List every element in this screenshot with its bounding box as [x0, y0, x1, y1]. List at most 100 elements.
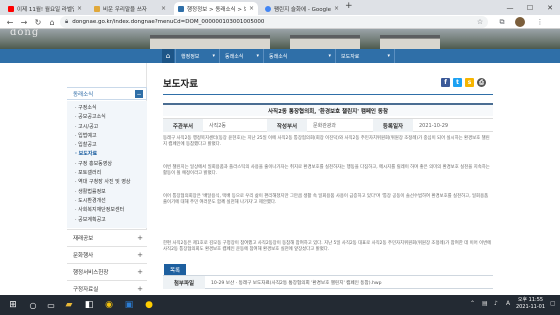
- page-title: 보도자료: [163, 79, 198, 90]
- tab-label: 행정정보 > 동래소식 > 보도자료: [187, 6, 246, 13]
- attachment-file-link[interactable]: 10-29 보산 · 동래구 보도자료(사직2동 통장협의회 '환경보호 챌린지…: [211, 276, 382, 289]
- clock[interactable]: 오후 11:55 2021-11-01: [516, 297, 545, 311]
- breadcrumb: ⌂ 행정정보 ▾ 동래소식 ▾ 동래소식 ▾ 보도자료 ▾: [0, 49, 560, 63]
- ime-indicator[interactable]: A: [506, 300, 510, 307]
- chrome-icon[interactable]: ◉: [102, 298, 116, 312]
- twitter-share-icon[interactable]: t: [453, 78, 462, 87]
- breadcrumb-item-3[interactable]: 동래소식 ▾: [263, 49, 335, 63]
- extensions-icon[interactable]: ⧉: [497, 17, 507, 27]
- header-banner: dong: [0, 29, 560, 49]
- store-icon[interactable]: ◧: [82, 298, 96, 312]
- date-value: 2021-10-29: [419, 122, 449, 129]
- minus-icon[interactable]: −: [135, 90, 143, 98]
- breadcrumb-item-4[interactable]: 보도자료 ▾: [335, 49, 395, 63]
- sidebar-item[interactable]: · 입법예고: [67, 132, 147, 141]
- sidebar-item[interactable]: · 공모공고소식: [67, 113, 147, 122]
- banner-text: dong: [10, 29, 40, 38]
- sidebar-item[interactable]: · 입찰공고: [67, 141, 147, 150]
- plus-icon: +: [137, 268, 143, 276]
- url-text: dongnae.go.kr/index.dongnae?menuCd=DOM_0…: [72, 19, 265, 25]
- sidebar-item[interactable]: · 도시환경개선: [67, 197, 147, 206]
- sidebar-item[interactable]: · 구정 홍보동영상: [67, 160, 147, 169]
- reload-icon[interactable]: ↻: [32, 16, 44, 28]
- browser-menu-icon[interactable]: ⋮: [535, 17, 545, 27]
- maximize-icon[interactable]: ☐: [520, 0, 540, 15]
- tab-bar: 이제 11월! 월요일 라벨입니다! × 비운 우리말을 쓰자 × 행정정보 >…: [0, 0, 560, 15]
- word-icon[interactable]: ▣: [122, 298, 136, 312]
- close-tab-icon[interactable]: ×: [161, 5, 166, 12]
- new-tab-button[interactable]: +: [345, 1, 353, 11]
- breadcrumb-label: 보도자료: [341, 53, 360, 60]
- tray-up-arrow-icon[interactable]: ⌃: [470, 300, 475, 307]
- taskbar: ⊞ ○ ▭ ▰ ◧ ◉ ▣ ● ⌃ ▤ ♪ A 오후 11:55 2021-11…: [0, 295, 560, 315]
- section-label: 재래공보: [73, 236, 94, 242]
- address-toolbar: ← → ↻ ⌂ 🔒︎ dongnae.go.kr/index.dongnae?m…: [0, 15, 560, 29]
- home-icon[interactable]: ⌂: [46, 16, 58, 28]
- breadcrumb-label: 행정정보: [181, 53, 200, 60]
- browser-tab-4[interactable]: 팸린지 슬화에 - Google 검색 ×: [261, 2, 343, 15]
- back-arrow-icon[interactable]: ←: [4, 16, 16, 28]
- main-content: 보도자료 f t s ⎙ 사직2동 통장협의회, '환경보호 챌린지' 캠페인 …: [163, 63, 493, 295]
- sidebar-item[interactable]: · 생활법률정보: [67, 188, 147, 197]
- browser-tab-3-active[interactable]: 행정정보 > 동래소식 > 보도자료 ×: [174, 2, 258, 15]
- task-view-icon[interactable]: ▭: [44, 298, 58, 312]
- youtube-favicon-icon: [8, 5, 14, 12]
- breadcrumb-item-2[interactable]: 동래소식 ▾: [219, 49, 263, 63]
- facebook-share-icon[interactable]: f: [441, 78, 450, 87]
- close-tab-icon[interactable]: ×: [249, 5, 254, 12]
- browser-tab-1[interactable]: 이제 11월! 월요일 라벨입니다! ×: [4, 2, 86, 15]
- article-title: 사직2동 통장협의회, '환경보호 챌린지' 캠페인 동참: [163, 103, 493, 116]
- tab-label: 이제 11월! 월요일 라벨입니다!: [17, 6, 74, 13]
- start-windows-icon[interactable]: ⊞: [6, 298, 20, 312]
- plus-icon: +: [137, 251, 143, 259]
- bookmark-star-icon[interactable]: ☆: [475, 17, 485, 27]
- breadcrumb-home-icon[interactable]: ⌂: [162, 49, 174, 63]
- writer-value: 문화관광과: [313, 123, 337, 129]
- browser-tab-2[interactable]: 비운 우리말을 쓰자 ×: [90, 2, 170, 15]
- sidebar-item-press-release[interactable]: · 보도자료: [67, 150, 147, 159]
- network-icon[interactable]: ▤: [482, 300, 488, 307]
- chevron-down-icon: ▾: [387, 53, 390, 59]
- list-button[interactable]: 목록: [164, 264, 186, 275]
- forward-arrow-icon[interactable]: →: [18, 16, 30, 28]
- section-label: 행정서비스헌장: [73, 270, 109, 276]
- writer-label: 작성부서: [267, 119, 307, 132]
- clock-time: 오후 11:55: [517, 297, 544, 303]
- sidebar-item[interactable]: · 공보계획공고: [67, 216, 147, 225]
- breadcrumb-label: 동래소식: [269, 53, 288, 60]
- tab-label: 팸린지 슬화에 - Google 검색: [274, 6, 331, 13]
- file-explorer-icon[interactable]: ▰: [62, 298, 76, 312]
- close-tab-icon[interactable]: ×: [334, 5, 339, 12]
- search-icon[interactable]: ○: [26, 298, 40, 312]
- attachment-row: 첨부파일 10-29 보산 · 동래구 보도자료(사직2동 통장협의회 '환경보…: [163, 275, 493, 289]
- sidebar-item[interactable]: · 포토갤러리: [67, 169, 147, 178]
- sidebar-item[interactable]: · 사회복지재단정보센터: [67, 206, 147, 215]
- print-icon[interactable]: ⎙: [477, 78, 486, 87]
- lock-icon: 🔒︎: [65, 18, 69, 25]
- attachment-label: 첨부파일: [163, 276, 205, 289]
- dept-value: 사직2동: [209, 123, 226, 129]
- title-divider: [163, 94, 493, 95]
- notification-icon[interactable]: ▢: [550, 300, 556, 307]
- sidebar-section[interactable]: 문화행사 +: [67, 246, 147, 263]
- clock-date: 2021-11-01: [515, 304, 545, 310]
- kakaotalk-icon[interactable]: ●: [142, 298, 156, 312]
- sidebar-item[interactable]: · 역대 구청장 사진 및 영상: [67, 178, 147, 187]
- sidebar-head[interactable]: 동래소식 −: [67, 87, 147, 100]
- kakaostory-share-icon[interactable]: s: [465, 78, 474, 87]
- minimize-icon[interactable]: —: [500, 0, 520, 15]
- sidebar-section[interactable]: 행정서비스헌장 +: [67, 263, 147, 280]
- sidebar-section[interactable]: 구정자료실 +: [67, 280, 147, 295]
- volume-icon[interactable]: ♪: [494, 300, 498, 307]
- sidebar-section[interactable]: 재래공보 +: [67, 229, 147, 246]
- close-window-icon[interactable]: ✕: [540, 0, 560, 15]
- sidebar-item[interactable]: · 고시/공고: [67, 123, 147, 132]
- breadcrumb-item-1[interactable]: 행정정보 ▾: [175, 49, 219, 63]
- chevron-down-icon: ▾: [256, 53, 259, 59]
- date-label: 등록일자: [373, 119, 413, 132]
- profile-avatar[interactable]: [515, 17, 525, 27]
- sidebar-item[interactable]: · 구정소식: [67, 104, 147, 113]
- dongnae-favicon-icon: [178, 5, 184, 12]
- close-tab-icon[interactable]: ×: [77, 5, 82, 12]
- address-bar[interactable]: 🔒︎ dongnae.go.kr/index.dongnae?menuCd=DO…: [60, 16, 488, 28]
